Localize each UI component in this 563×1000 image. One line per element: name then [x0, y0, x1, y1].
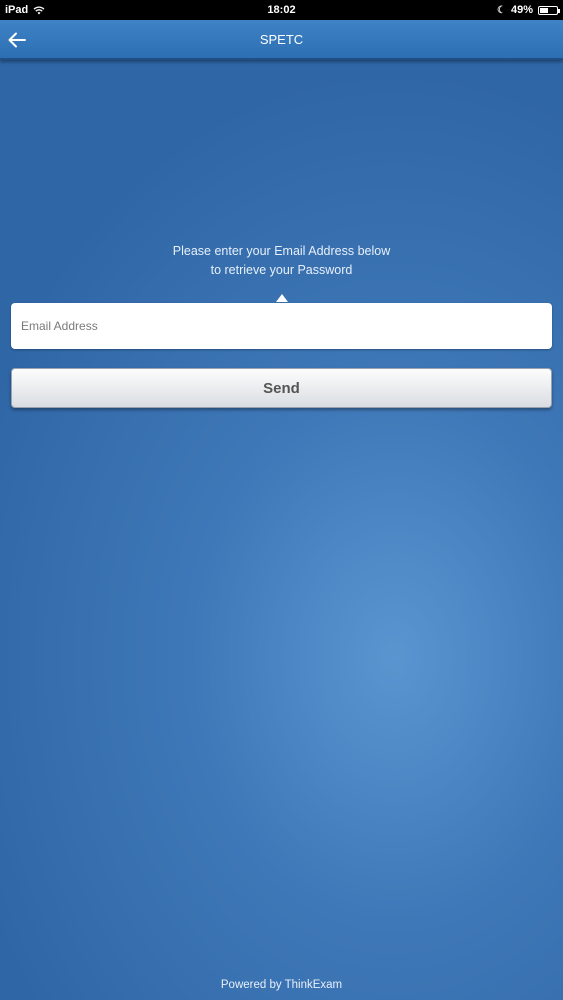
- callout-pointer: [276, 294, 288, 302]
- instructions-text: Please enter your Email Address below to…: [0, 242, 563, 280]
- page-title: SPETC: [259, 32, 304, 47]
- instruction-line-1: Please enter your Email Address below: [172, 244, 391, 258]
- instruction-line-2: to retrieve your Password: [210, 263, 353, 277]
- battery-icon: [538, 5, 560, 15]
- app-screen: SPETC Please enter your Email Address be…: [0, 20, 563, 1000]
- battery-percent: 49%: [510, 4, 533, 16]
- nav-bar: SPETC: [0, 20, 563, 60]
- moon-icon: ☾: [497, 4, 506, 16]
- status-bar: iPad 18:02 ☾ 49%: [0, 0, 563, 20]
- email-field[interactable]: [11, 303, 552, 349]
- status-right: ☾ 49%: [497, 4, 560, 16]
- send-button[interactable]: Send: [11, 368, 552, 408]
- footer-text: Powered by ThinkExam: [220, 979, 343, 991]
- status-time: 18:02: [267, 4, 296, 16]
